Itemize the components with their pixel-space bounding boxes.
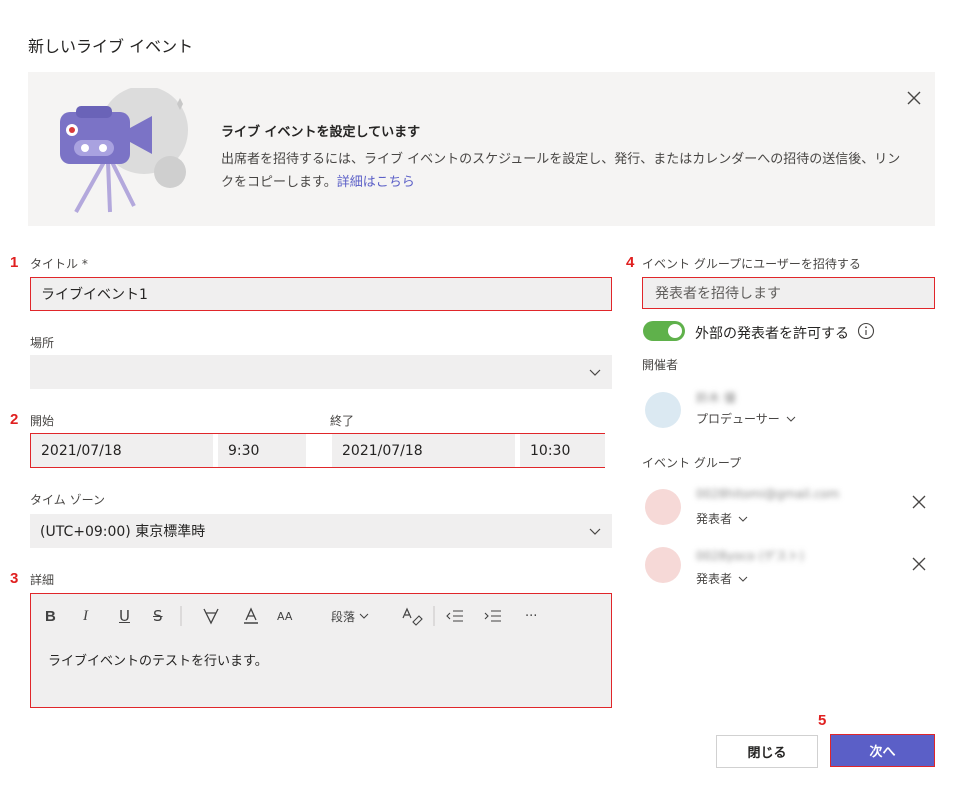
learn-more-link[interactable]: 詳細はこちら: [337, 175, 415, 190]
end-label: 終了: [330, 414, 355, 428]
title-input[interactable]: ライブイベント1: [30, 277, 612, 311]
step-marker-3: 3: [10, 570, 19, 587]
invite-label: イベント グループにユーザーを招待する: [642, 257, 861, 271]
start-time-value: 9:30: [228, 442, 260, 459]
paragraph-label: 段落: [331, 609, 356, 624]
member-role-dropdown[interactable]: 発表者: [696, 570, 748, 587]
title-value: ライブイベント1: [41, 287, 148, 303]
chevron-down-icon: [589, 369, 601, 376]
step-marker-1: 1: [10, 254, 19, 271]
organizer-name: 鈴木 優: [696, 391, 736, 405]
organizer-role: プロデューサー: [696, 412, 780, 426]
remove-member-icon[interactable]: [911, 556, 927, 572]
chevron-down-icon: [738, 516, 748, 522]
member-role: 発表者: [696, 572, 733, 586]
timezone-dropdown[interactable]: (UTC+09:00) 東京標準時: [30, 514, 612, 548]
next-button[interactable]: 次へ: [830, 734, 935, 767]
allow-external-label: 外部の発表者を許可する: [695, 326, 849, 342]
member-role-dropdown[interactable]: 発表者: [696, 510, 748, 527]
strikethrough-button[interactable]: S: [153, 604, 163, 628]
member-role: 発表者: [696, 512, 733, 526]
start-date-value: 2021/07/18: [41, 442, 122, 459]
bold-button[interactable]: B: [45, 604, 56, 628]
font-size-button[interactable]: AA: [277, 604, 292, 628]
editor-toolbar: B I U S AA 段落 ···: [31, 594, 611, 638]
details-editor[interactable]: B I U S AA 段落 ··· ライブイベントのテストを行います。: [30, 593, 612, 708]
start-time-input[interactable]: 9:30: [218, 434, 306, 467]
end-date-input[interactable]: 2021/07/18: [332, 434, 515, 467]
location-dropdown[interactable]: [30, 355, 612, 389]
step-marker-5: 5: [818, 712, 827, 729]
group-heading: イベント グループ: [642, 456, 742, 470]
info-icon[interactable]: [857, 322, 875, 340]
invite-placeholder: 発表者を招待します: [655, 286, 781, 302]
banner-heading: ライブ イベントを設定しています: [221, 125, 421, 140]
avatar: [645, 547, 681, 583]
banner-description-text: 出席者を招待するには、ライブ イベントのスケジュールを設定し、発行、またはカレン…: [221, 152, 901, 190]
step-marker-4: 4: [626, 254, 635, 271]
chevron-down-icon: [359, 613, 369, 619]
end-date-value: 2021/07/18: [342, 442, 423, 459]
details-body-text[interactable]: ライブイベントのテストを行います。: [48, 650, 268, 669]
organizer-heading: 開催者: [642, 358, 679, 372]
allow-external-toggle[interactable]: [643, 321, 685, 341]
increase-indent-icon[interactable]: [483, 606, 503, 626]
more-options-button[interactable]: ···: [525, 604, 537, 628]
timezone-label: タイム ゾーン: [30, 493, 105, 507]
close-button[interactable]: 閉じる: [716, 735, 818, 768]
chevron-down-icon: [589, 528, 601, 535]
invite-presenter-input[interactable]: 発表者を招待します: [642, 277, 935, 309]
close-icon[interactable]: [904, 88, 924, 108]
font-color-icon[interactable]: [241, 606, 261, 626]
avatar: [645, 489, 681, 525]
organizer-role-dropdown[interactable]: プロデューサー: [696, 410, 796, 427]
toolbar-divider: [433, 606, 435, 626]
datetime-row: 2021/07/18 9:30 2021/07/18 10:30: [30, 433, 605, 468]
camera-illustration-icon: [60, 88, 188, 213]
chevron-down-icon: [786, 416, 796, 422]
highlight-icon[interactable]: [201, 606, 221, 626]
start-label: 開始: [30, 414, 55, 428]
timezone-value: (UTC+09:00) 東京標準時: [40, 524, 206, 540]
start-date-input[interactable]: 2021/07/18: [31, 434, 213, 467]
italic-button[interactable]: I: [83, 604, 88, 628]
step-marker-2: 2: [10, 411, 19, 428]
details-label: 詳細: [30, 573, 55, 587]
avatar: [645, 392, 681, 428]
underline-button[interactable]: U: [119, 604, 130, 628]
decrease-indent-icon[interactable]: [445, 606, 465, 626]
toolbar-divider: [180, 606, 182, 626]
clear-format-icon[interactable]: [401, 606, 423, 626]
title-label: タイトル *: [30, 257, 88, 271]
remove-member-icon[interactable]: [911, 494, 927, 510]
banner-description: 出席者を招待するには、ライブ イベントのスケジュールを設定し、発行、またはカレン…: [221, 148, 901, 194]
paragraph-dropdown[interactable]: 段落: [331, 604, 369, 628]
member-name: 0028yoco (ゲスト): [696, 549, 805, 563]
member-name: 0028hitomi@gmail.com: [696, 487, 840, 501]
dialog-title: 新しいライブ イベント: [28, 37, 194, 56]
chevron-down-icon: [738, 576, 748, 582]
toggle-knob: [668, 324, 682, 338]
end-time-value: 10:30: [530, 442, 571, 459]
location-label: 場所: [30, 336, 55, 350]
end-time-input[interactable]: 10:30: [520, 434, 605, 467]
